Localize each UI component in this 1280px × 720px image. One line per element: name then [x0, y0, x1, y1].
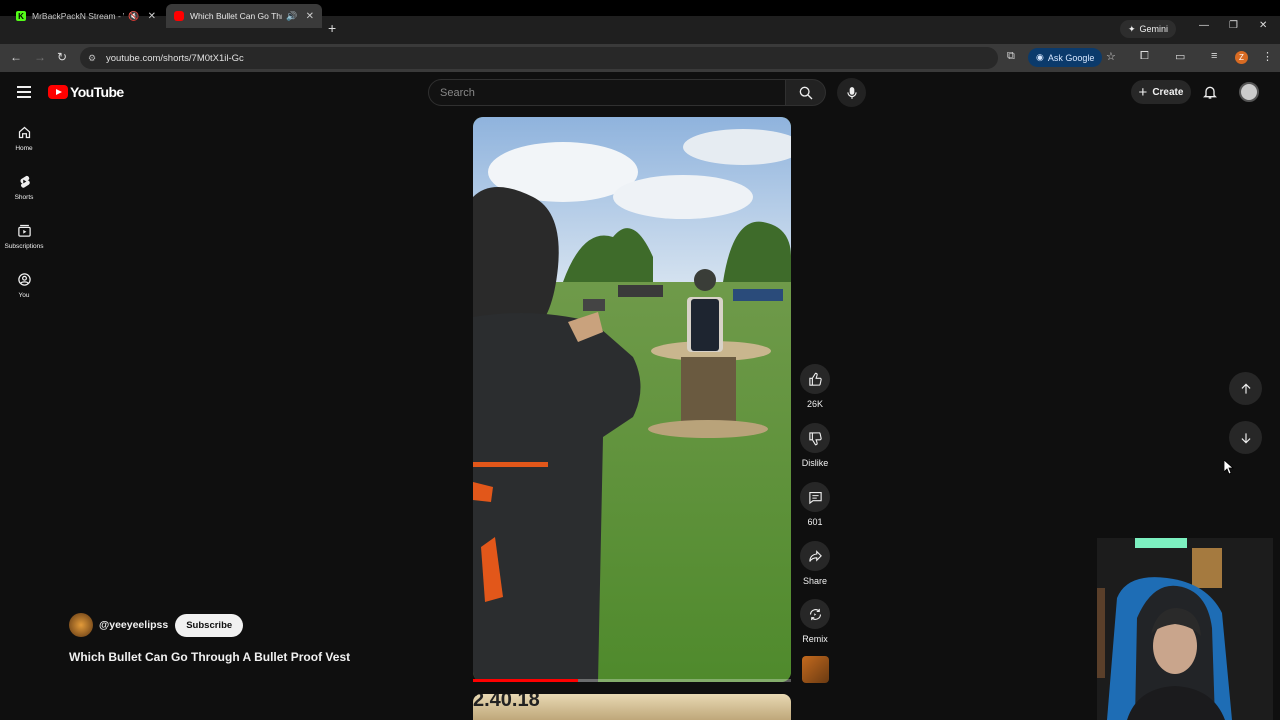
next-short-button[interactable] — [1229, 421, 1262, 454]
video-progress-bar[interactable] — [473, 679, 791, 682]
comment-count: 601 — [807, 517, 823, 527]
home-icon — [18, 126, 30, 139]
tab-title: Which Bullet Can Go Throu — [190, 11, 282, 21]
sidebar-item-you[interactable]: You — [0, 272, 48, 299]
search-icon — [799, 86, 812, 99]
mouse-cursor — [1223, 459, 1235, 480]
bookmark-star-icon[interactable]: ☆ — [1106, 50, 1116, 63]
subscribe-button[interactable]: Subscribe — [175, 613, 244, 637]
search-button[interactable] — [786, 79, 826, 106]
search-placeholder: Search — [440, 86, 475, 99]
close-tab-icon[interactable]: ✕ — [306, 11, 314, 22]
dislike-button[interactable]: Dislike — [795, 423, 835, 468]
webcam-overlay — [1097, 538, 1273, 720]
remix-button[interactable]: Remix — [795, 599, 835, 644]
sidebar-item-label: Home — [15, 145, 33, 152]
reload-button[interactable]: ↻ — [57, 50, 67, 64]
ask-google-button[interactable]: ◉ Ask Google — [1028, 48, 1103, 67]
like-button[interactable]: 26K — [795, 364, 835, 409]
channel-handle[interactable]: @yeeyeelipss — [99, 619, 168, 631]
subscriptions-icon — [17, 224, 31, 237]
tab-stream[interactable]: K MrBackPackN Stream - Wa 🔇 ✕ — [8, 4, 164, 28]
youtube-logo[interactable]: YouTube — [48, 84, 124, 100]
thumbs-up-icon — [808, 372, 822, 386]
arrow-down-icon — [1241, 432, 1250, 443]
media-controls-icon[interactable]: ≡ — [1211, 50, 1217, 62]
create-label: Create — [1152, 86, 1184, 98]
youtube-icon — [174, 11, 184, 21]
sidebar-item-shorts[interactable]: Shorts — [0, 174, 48, 201]
you-icon — [17, 273, 31, 286]
comment-icon — [808, 491, 822, 504]
create-button[interactable]: + Create — [1131, 80, 1191, 104]
sidepanel-icon[interactable]: ▭ — [1175, 50, 1185, 63]
muted-icon: 🔇 — [128, 10, 140, 21]
audio-icon: 🔊 — [286, 10, 298, 21]
menu-icon[interactable] — [17, 86, 31, 98]
minimize-button[interactable]: — — [1199, 20, 1209, 31]
dislike-label: Dislike — [801, 458, 829, 468]
tab-title: MrBackPackN Stream - Wa — [32, 11, 124, 21]
browser-profile-avatar[interactable]: Z — [1235, 51, 1248, 64]
account-avatar[interactable] — [1239, 82, 1259, 102]
gemini-label: Gemini — [1139, 24, 1169, 34]
like-count: 26K — [806, 399, 823, 409]
browser-menu-icon[interactable]: ⋮ — [1262, 50, 1273, 63]
bell-icon — [1203, 86, 1217, 99]
ask-google-label: Ask Google — [1047, 52, 1095, 63]
video-progress-fill — [473, 679, 578, 682]
notifications-button[interactable] — [1202, 84, 1218, 105]
share-button[interactable]: Share — [795, 541, 835, 586]
channel-avatar[interactable] — [69, 613, 93, 637]
youtube-logo-text: YouTube — [70, 84, 124, 100]
channel-row: @yeeyeelipss Subscribe — [69, 613, 244, 637]
sidebar-item-label: Subscriptions — [4, 243, 44, 250]
lens-icon: ◉ — [1036, 52, 1044, 62]
back-button[interactable]: ← — [10, 50, 22, 64]
search-input[interactable]: Search — [428, 79, 786, 106]
next-short-preview[interactable]: 2.40.18 — [473, 694, 791, 720]
share-icon — [808, 549, 822, 562]
sidebar-item-home[interactable]: Home — [0, 125, 48, 152]
next-short-text: 2.40.18 — [473, 694, 540, 711]
share-label: Share — [802, 576, 828, 586]
video-frame — [473, 117, 791, 682]
short-title[interactable]: Which Bullet Can Go Through A Bullet Pro… — [69, 650, 350, 664]
install-app-icon[interactable]: ⧉ — [1007, 50, 1015, 63]
new-tab-button[interactable]: + — [328, 20, 336, 36]
tab-youtube-short[interactable]: Which Bullet Can Go Throu 🔊 ✕ — [166, 4, 322, 28]
sidebar-item-label: You — [18, 292, 30, 299]
short-video-player[interactable] — [473, 117, 791, 682]
remix-label: Remix — [802, 634, 828, 644]
url-text: youtube.com/shorts/7M0tX1il-Gc — [106, 52, 244, 64]
youtube-play-icon — [48, 85, 68, 99]
comments-button[interactable]: 601 — [795, 482, 835, 527]
forward-button[interactable]: → — [34, 50, 46, 64]
kick-icon: K — [16, 11, 26, 21]
sidebar-item-label: Shorts — [14, 194, 34, 201]
gemini-button[interactable]: ✦ Gemini — [1120, 20, 1177, 38]
channel-thumbnail[interactable] — [802, 656, 829, 683]
extensions-icon[interactable]: ⧠ — [1140, 50, 1149, 63]
arrow-up-icon — [1241, 383, 1250, 394]
close-tab-icon[interactable]: ✕ — [148, 11, 156, 22]
previous-short-button[interactable] — [1229, 372, 1262, 405]
thumbs-down-icon — [808, 431, 822, 445]
remix-icon — [809, 608, 821, 620]
site-info-icon[interactable]: ⚙ — [88, 53, 98, 63]
mic-icon — [846, 86, 857, 99]
shorts-icon — [19, 175, 30, 188]
voice-search-button[interactable] — [837, 78, 866, 107]
gemini-icon: ✦ — [1128, 23, 1136, 34]
plus-icon: + — [1138, 83, 1148, 101]
url-field[interactable]: ⚙ youtube.com/shorts/7M0tX1il-Gc — [80, 47, 998, 69]
close-window-button[interactable]: ✕ — [1259, 20, 1267, 31]
sidebar-item-subscriptions[interactable]: Subscriptions — [0, 223, 48, 250]
maximize-button[interactable]: ❐ — [1229, 20, 1238, 31]
